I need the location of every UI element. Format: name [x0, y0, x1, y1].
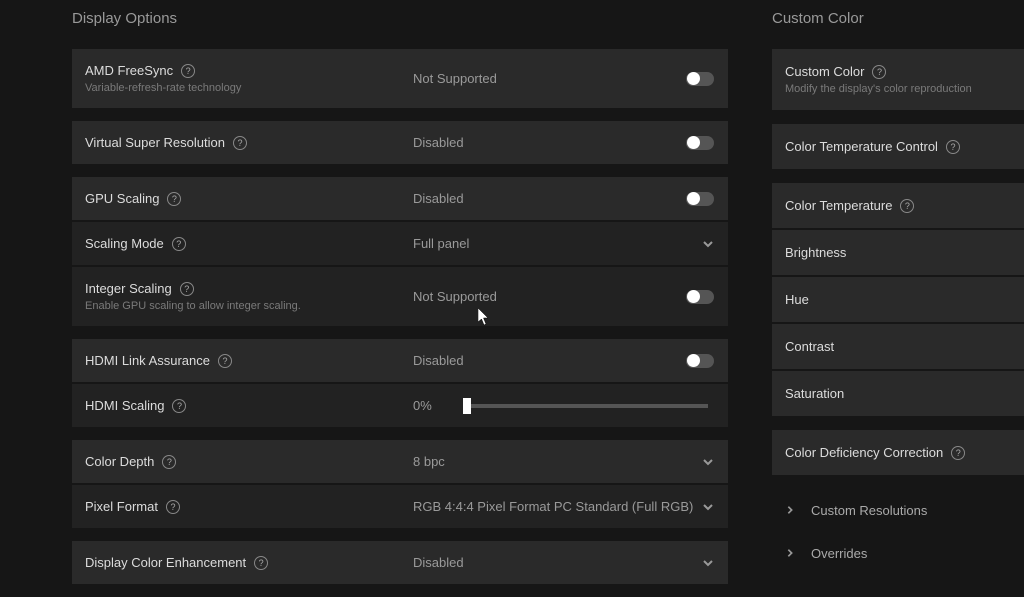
setting-row: Virtual Super Resolution? Disabled — [72, 121, 728, 164]
setting-label: HDMI Scaling — [85, 398, 164, 413]
chevron-right-icon — [785, 503, 795, 518]
setting-row: Pixel Format? RGB 4:4:4 Pixel Format PC S… — [72, 485, 728, 528]
setting-label: Scaling Mode — [85, 236, 164, 251]
setting-label: AMD FreeSync — [85, 63, 173, 78]
setting-row: Display Color Enhancement? Disabled — [72, 541, 728, 584]
slider-value: 0% — [413, 398, 443, 413]
side-setting-row[interactable]: Saturation — [772, 371, 1024, 416]
toggle-switch[interactable] — [686, 290, 714, 304]
dropdown[interactable]: RGB 4:4:4 Pixel Format PC Standard (Full… — [399, 499, 728, 514]
display-options-title: Display Options — [72, 10, 728, 27]
help-icon[interactable]: ? — [181, 64, 195, 78]
nav-label: Custom Resolutions — [811, 503, 927, 518]
side-label: Saturation — [785, 386, 844, 401]
help-icon[interactable]: ? — [233, 136, 247, 150]
setting-value: Full panel — [413, 236, 469, 251]
setting-label: GPU Scaling — [85, 191, 159, 206]
dropdown[interactable]: 8 bpc — [399, 454, 728, 469]
side-label: Color Temperature — [785, 198, 892, 213]
setting-sublabel: Enable GPU scaling to allow integer scal… — [85, 300, 399, 312]
help-icon[interactable]: ? — [172, 399, 186, 413]
side-label: Color Deficiency Correction — [785, 445, 943, 460]
setting-row: Scaling Mode? Full panel — [72, 222, 728, 265]
toggle-switch[interactable] — [686, 354, 714, 368]
nav-item[interactable]: Custom Resolutions — [772, 489, 1024, 532]
setting-row: HDMI Scaling? 0% — [72, 384, 728, 427]
side-label: Brightness — [785, 245, 846, 260]
chevron-down-icon — [702, 456, 714, 468]
side-setting-row[interactable]: Color Temperature Control? — [772, 124, 1024, 169]
setting-label: HDMI Link Assurance — [85, 353, 210, 368]
nav-label: Overrides — [811, 546, 867, 561]
chevron-right-icon — [785, 546, 795, 561]
help-icon[interactable]: ? — [162, 455, 176, 469]
slider-thumb[interactable] — [463, 398, 471, 414]
setting-value: Not Supported — [413, 289, 497, 304]
dropdown[interactable]: Full panel — [399, 236, 728, 251]
side-setting-row[interactable]: Color Deficiency Correction? — [772, 430, 1024, 475]
setting-label: Virtual Super Resolution — [85, 135, 225, 150]
setting-value: 8 bpc — [413, 454, 445, 469]
setting-value: Disabled — [413, 135, 464, 150]
help-icon[interactable]: ? — [167, 192, 181, 206]
custom-color-title: Custom Color — [772, 10, 1024, 27]
toggle-switch[interactable] — [686, 136, 714, 150]
setting-label: Integer Scaling — [85, 281, 172, 296]
chevron-down-icon — [702, 238, 714, 250]
help-icon[interactable]: ? — [180, 282, 194, 296]
setting-value: Disabled — [413, 353, 464, 368]
setting-label: Pixel Format — [85, 499, 158, 514]
help-icon[interactable]: ? — [172, 237, 186, 251]
nav-item[interactable]: Overrides — [772, 532, 1024, 575]
setting-value: Disabled — [413, 191, 464, 206]
setting-row: GPU Scaling? Disabled — [72, 177, 728, 220]
toggle-switch[interactable] — [686, 72, 714, 86]
help-icon[interactable]: ? — [951, 446, 965, 460]
side-setting-row[interactable]: Contrast — [772, 324, 1024, 369]
hdmi-scaling-slider[interactable] — [463, 404, 708, 408]
setting-sublabel: Variable-refresh-rate technology — [85, 82, 399, 94]
setting-row: HDMI Link Assurance? Disabled — [72, 339, 728, 382]
setting-row: Integer Scaling? Enable GPU scaling to al… — [72, 267, 728, 326]
setting-row: AMD FreeSync? Variable-refresh-rate techn… — [72, 49, 728, 108]
setting-label: Color Depth — [85, 454, 154, 469]
side-label: Hue — [785, 292, 809, 307]
side-label: Custom Color — [785, 64, 864, 79]
side-label: Color Temperature Control — [785, 139, 938, 154]
help-icon[interactable]: ? — [900, 199, 914, 213]
help-icon[interactable]: ? — [872, 65, 886, 79]
help-icon[interactable]: ? — [254, 556, 268, 570]
help-icon[interactable]: ? — [166, 500, 180, 514]
setting-label: Display Color Enhancement — [85, 555, 246, 570]
side-sublabel: Modify the display's color reproduction — [785, 83, 972, 95]
setting-row: Color Depth? 8 bpc — [72, 440, 728, 483]
side-setting-row[interactable]: Hue — [772, 277, 1024, 322]
side-setting-row[interactable]: Custom Color? Modify the display's color … — [772, 49, 1024, 110]
setting-value: Not Supported — [413, 71, 497, 86]
setting-value: Disabled — [413, 555, 464, 570]
chevron-down-icon — [702, 501, 714, 513]
setting-value: RGB 4:4:4 Pixel Format PC Standard (Full… — [413, 499, 693, 514]
help-icon[interactable]: ? — [946, 140, 960, 154]
side-setting-row[interactable]: Brightness — [772, 230, 1024, 275]
dropdown[interactable]: Disabled — [399, 555, 728, 570]
toggle-switch[interactable] — [686, 192, 714, 206]
help-icon[interactable]: ? — [218, 354, 232, 368]
side-label: Contrast — [785, 339, 834, 354]
side-setting-row[interactable]: Color Temperature? — [772, 183, 1024, 228]
chevron-down-icon — [702, 557, 714, 569]
